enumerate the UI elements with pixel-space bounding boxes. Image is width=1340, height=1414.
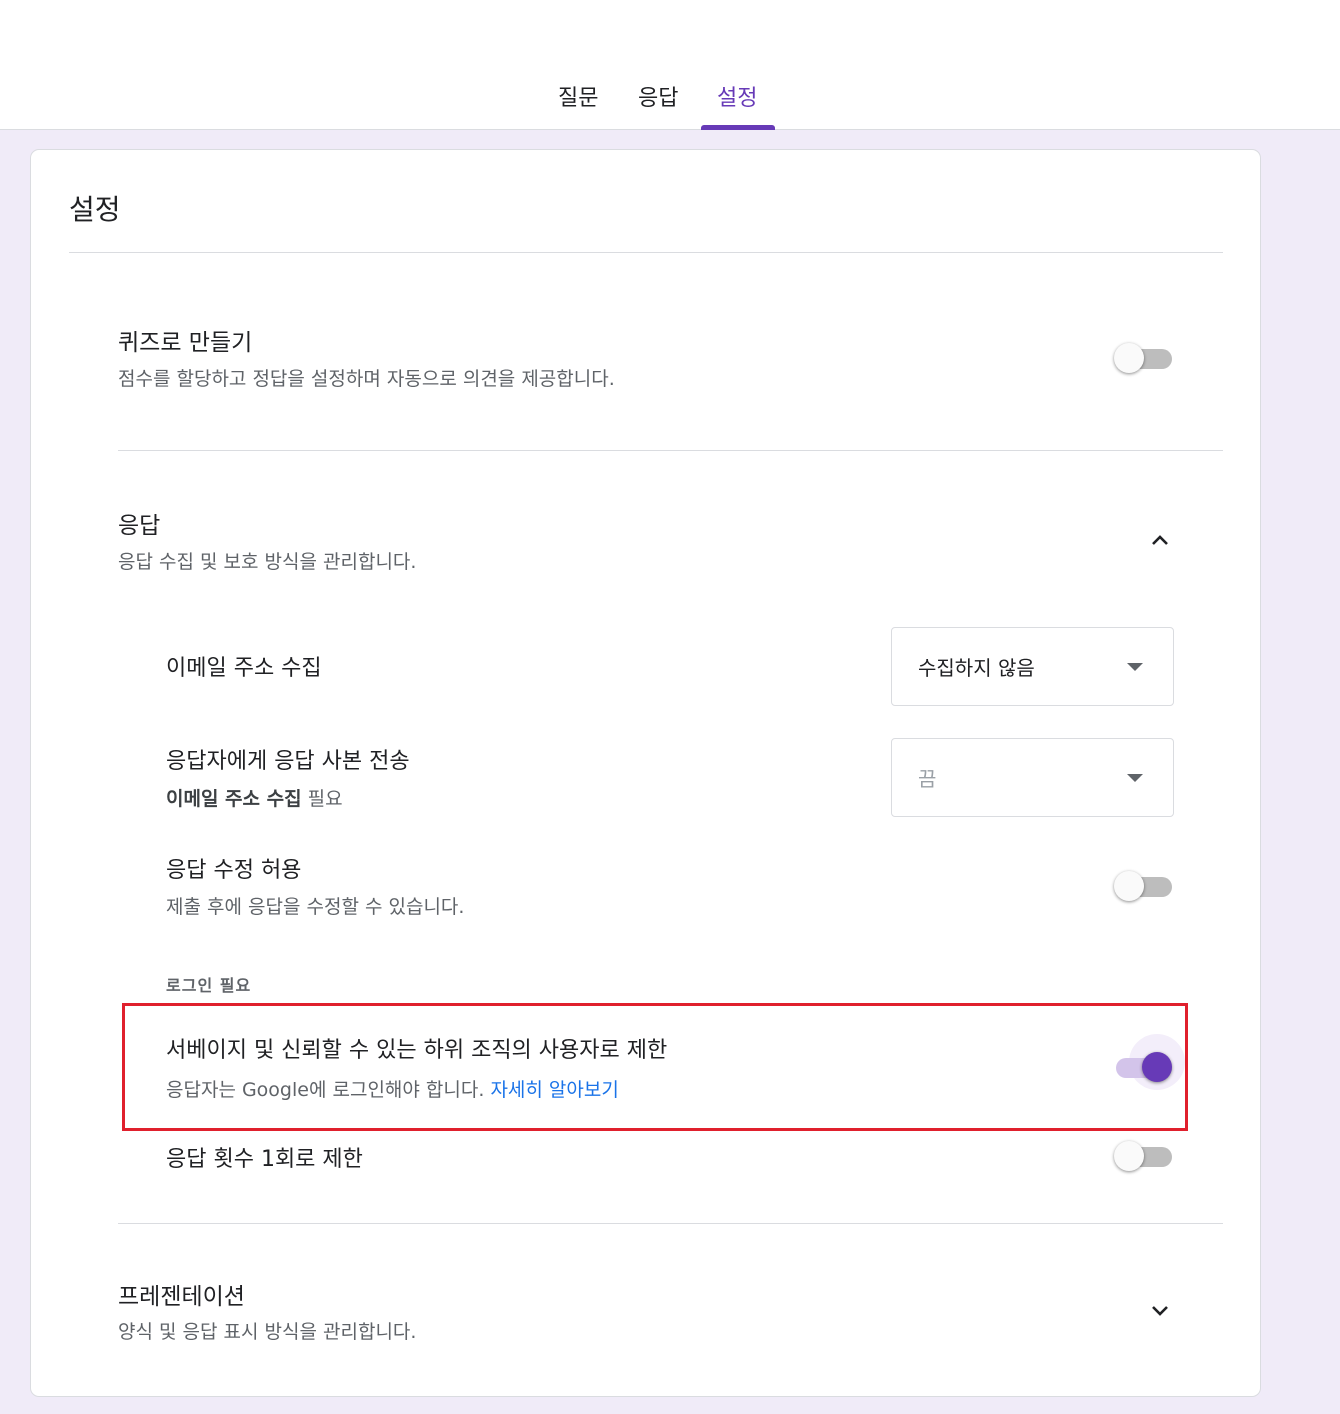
responses-section-subtitle: 응답 수집 및 보호 방식을 관리합니다. bbox=[118, 551, 417, 573]
login-required-heading: 로그인 필요 bbox=[166, 976, 252, 995]
presentation-section-subtitle: 양식 및 응답 표시 방식을 관리합니다. bbox=[118, 1321, 417, 1343]
dropdown-arrow-icon bbox=[1127, 663, 1143, 671]
responses-section-title: 응답 bbox=[118, 513, 161, 539]
quiz-title: 퀴즈로 만들기 bbox=[118, 330, 253, 356]
collect-email-label: 이메일 주소 수집 bbox=[166, 656, 322, 681]
divider bbox=[118, 1223, 1223, 1224]
tab-responses[interactable]: 응답 bbox=[638, 84, 678, 114]
send-copy-note: 이메일 주소 수집 필요 bbox=[166, 784, 343, 811]
toggle-thumb bbox=[1114, 1141, 1144, 1171]
settings-card: 설정 퀴즈로 만들기 점수를 할당하고 정답을 설정하며 자동으로 의견을 제공… bbox=[30, 149, 1261, 1397]
chevron-down-icon[interactable] bbox=[1148, 1299, 1172, 1323]
send-copy-note-rest: 필요 bbox=[301, 788, 343, 810]
allow-edit-toggle[interactable] bbox=[1114, 866, 1174, 906]
presentation-section-title: 프레젠테이션 bbox=[118, 1284, 245, 1310]
tab-questions[interactable]: 질문 bbox=[558, 84, 598, 114]
limit-one-label: 응답 횟수 1회로 제한 bbox=[166, 1147, 363, 1172]
divider bbox=[118, 450, 1223, 451]
dropdown-arrow-icon bbox=[1127, 774, 1143, 782]
chevron-up-icon[interactable] bbox=[1148, 528, 1172, 552]
send-copy-label: 응답자에게 응답 사본 전송 bbox=[166, 749, 410, 774]
toggle-thumb bbox=[1114, 343, 1144, 373]
toggle-thumb bbox=[1114, 871, 1144, 901]
tab-settings[interactable]: 설정 bbox=[717, 84, 757, 114]
send-copy-dropdown[interactable]: 끔 bbox=[891, 738, 1174, 817]
allow-edit-subtitle: 제출 후에 응답을 수정할 수 있습니다. bbox=[166, 896, 465, 918]
collect-email-dropdown[interactable]: 수집하지 않음 bbox=[891, 627, 1174, 706]
highlight-box bbox=[122, 1003, 1188, 1131]
divider bbox=[69, 252, 1223, 253]
send-copy-note-bold: 이메일 주소 수집 bbox=[166, 788, 302, 810]
page-title: 설정 bbox=[69, 193, 121, 226]
limit-one-toggle[interactable] bbox=[1114, 1136, 1174, 1176]
collect-email-value: 수집하지 않음 bbox=[918, 656, 1035, 680]
top-bar: 질문 응답 설정 bbox=[0, 0, 1340, 130]
allow-edit-label: 응답 수정 허용 bbox=[166, 858, 302, 883]
quiz-toggle[interactable] bbox=[1114, 338, 1174, 378]
quiz-subtitle: 점수를 할당하고 정답을 설정하며 자동으로 의견을 제공합니다. bbox=[118, 368, 615, 390]
active-tab-indicator bbox=[701, 125, 775, 130]
send-copy-value: 끔 bbox=[918, 767, 937, 791]
